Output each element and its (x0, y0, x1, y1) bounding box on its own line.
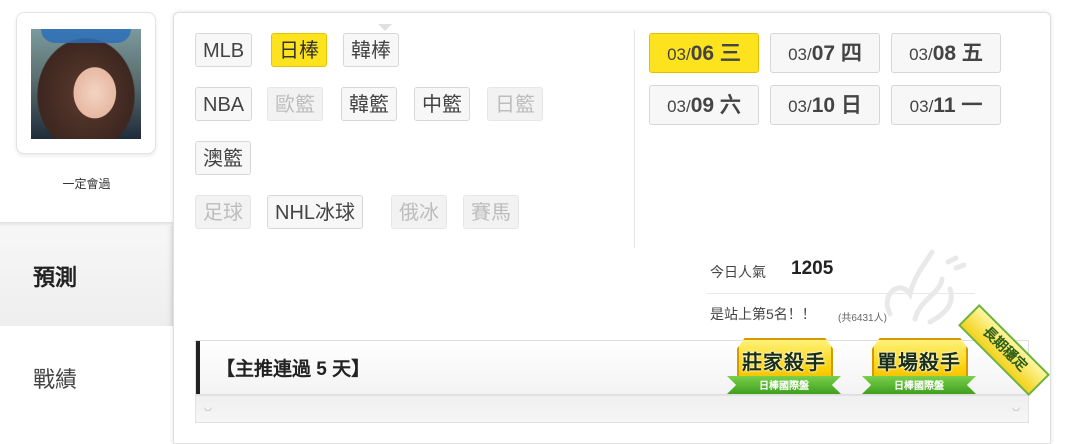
sport-button-soccer: 足球 (195, 195, 251, 229)
badge-banker-killer: 莊家殺手 日棒國際盤 (723, 338, 845, 412)
date-day: 11 (933, 94, 956, 117)
date-day: 10 (811, 94, 836, 117)
sport-button-jpn-baseball[interactable]: 日棒 (271, 33, 327, 67)
date-weekday: 日 (835, 94, 862, 117)
date-month: 03/ (909, 97, 934, 116)
panel-notch (378, 24, 392, 32)
popularity-label: 今日人氣 (710, 264, 766, 280)
nav-item-label: 預測 (33, 265, 78, 290)
username: 一定會過 (62, 177, 111, 191)
pin-icon: ◡ (1012, 402, 1020, 412)
date-weekday: 一 (955, 94, 983, 117)
date-day: 06 (690, 42, 715, 65)
sport-button-aus-basketball[interactable]: 澳籃 (195, 141, 251, 175)
date-month: 03/ (909, 45, 933, 64)
streak-title: 【主推連過 5 天】 (216, 359, 371, 380)
nav-item-record[interactable]: 戰績 (0, 328, 173, 428)
sport-button-kor-basketball[interactable]: 韓籃 (341, 87, 397, 121)
badge-subtitle: 日棒國際盤 (759, 381, 809, 392)
sidebar: 一定會過 預測 戰績 (0, 0, 173, 428)
sport-button-nhl[interactable]: NHL冰球 (267, 195, 364, 229)
avatar[interactable] (31, 29, 141, 139)
date-button-0309[interactable]: 03/09 六 (649, 85, 759, 125)
nav-item-prediction[interactable]: 預測 (0, 226, 173, 326)
badge-title: 單場殺手 (877, 352, 961, 374)
sport-button-jpn-basketball: 日籃 (487, 87, 543, 121)
date-button-0308[interactable]: 03/08 五 (891, 33, 1001, 73)
date-day: 09 (690, 94, 715, 117)
pin-icon: ◡ (204, 402, 212, 412)
rank-total: (共6431人) (838, 313, 887, 324)
date-month: 03/ (667, 45, 691, 64)
date-weekday: 三 (714, 42, 741, 65)
sport-button-kor-baseball[interactable]: 韓棒 (343, 33, 399, 67)
divider (707, 293, 975, 294)
date-day: 08 (932, 42, 957, 65)
popularity-count: 1205 (791, 258, 834, 279)
date-weekday: 五 (956, 42, 983, 65)
date-day: 07 (811, 42, 836, 65)
nav-item-label: 戰績 (33, 367, 78, 392)
date-weekday: 六 (714, 94, 741, 117)
avatar-frame[interactable] (16, 12, 156, 154)
rank-text: 是站上第5名！！ (710, 306, 816, 322)
sport-button-euro-basketball: 歐籃 (267, 87, 323, 121)
badge-subtitle: 日棒國際盤 (894, 381, 944, 392)
date-month: 03/ (788, 97, 812, 116)
date-month: 03/ (788, 45, 812, 64)
date-button-0310[interactable]: 03/10 日 (770, 85, 880, 125)
sport-button-mlb[interactable]: MLB (195, 33, 253, 67)
date-button-0311[interactable]: 03/11 一 (891, 85, 1001, 125)
date-button-0306[interactable]: 03/06 三 (649, 33, 759, 73)
badge-title: 莊家殺手 (742, 352, 826, 374)
date-weekday: 四 (835, 42, 862, 65)
date-button-0307[interactable]: 03/07 四 (770, 33, 880, 73)
sport-button-russia-hockey: 俄冰 (391, 195, 447, 229)
divider (634, 30, 635, 248)
sport-button-nba[interactable]: NBA (195, 87, 253, 121)
badge-single-game-killer: 單場殺手 日棒國際盤 (858, 338, 980, 412)
sport-button-cn-basketball[interactable]: 中籃 (414, 87, 470, 121)
sport-button-horse-racing: 賽馬 (463, 195, 519, 229)
date-month: 03/ (667, 97, 691, 116)
